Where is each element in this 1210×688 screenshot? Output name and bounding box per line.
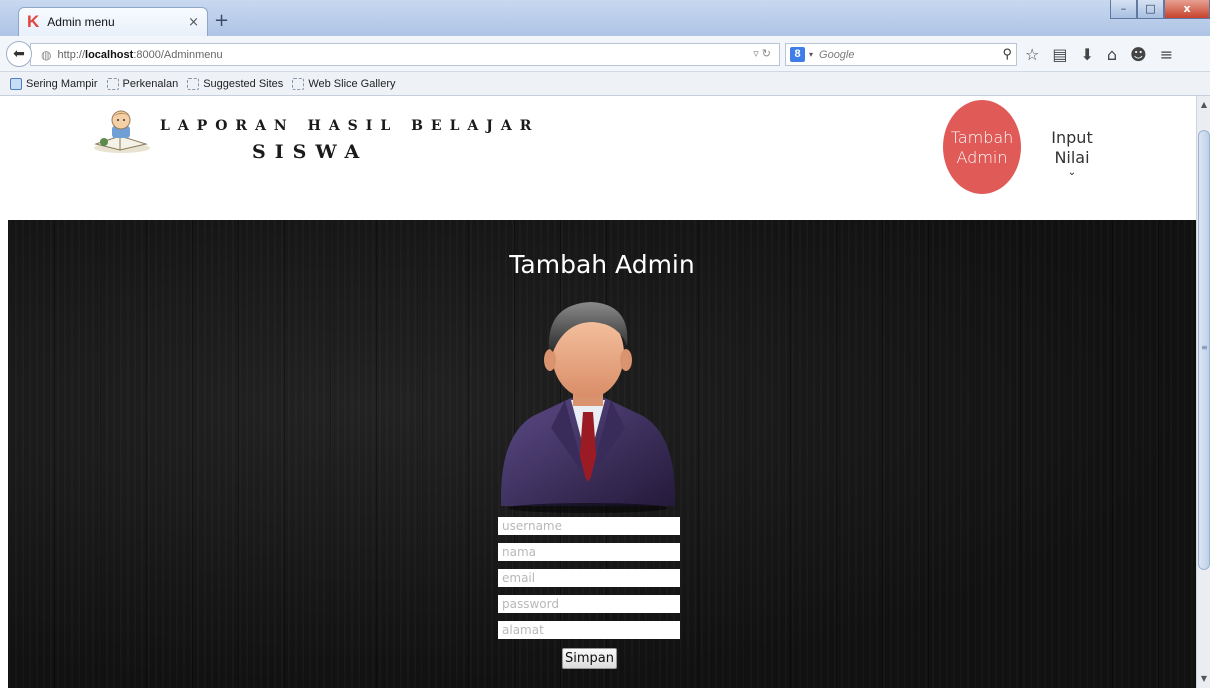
menu-icon[interactable]: ≡	[1160, 45, 1173, 64]
bookmark-icon	[106, 77, 119, 90]
home-icon[interactable]: ⌂	[1107, 45, 1117, 64]
tab-close-icon[interactable]: ×	[188, 15, 199, 30]
bookmark-label: Suggested Sites	[203, 77, 284, 90]
chat-icon[interactable]: ☻	[1130, 45, 1147, 64]
bookmark-icon	[10, 77, 22, 90]
alamat-input[interactable]	[498, 621, 680, 639]
site-title-line2: SISWA	[252, 141, 369, 163]
site-header: LAPORAN HASIL BELAJAR SISWA Tambah Admin…	[0, 96, 1196, 220]
vertical-scrollbar[interactable]: ▲ ≡ ▼	[1196, 96, 1210, 688]
bookmark-item[interactable]: Perkenalan	[106, 77, 179, 90]
nav-label: Input	[1051, 128, 1093, 147]
page-content: LAPORAN HASIL BELAJAR SISWA Tambah Admin…	[0, 96, 1196, 688]
search-engine-icon[interactable]: 8	[790, 47, 805, 62]
download-icon[interactable]: ⬇	[1080, 45, 1093, 64]
grip-icon: ≡	[1201, 343, 1208, 352]
email-input[interactable]	[498, 569, 680, 587]
nav-label: Nilai	[1054, 148, 1090, 167]
toolbar-icons: ☆ ▤ ⬇ ⌂ ☻ ≡	[1025, 45, 1173, 64]
browser-titlebar: K Admin menu × + – □ x	[0, 0, 1210, 36]
bookmarks-bar: Sering Mampir Perkenalan Suggested Sites…	[0, 72, 1210, 96]
reload-icon[interactable]: ▿ ↻	[753, 47, 771, 60]
password-input[interactable]	[498, 595, 680, 613]
bookmark-item[interactable]: Sering Mampir	[10, 77, 98, 90]
scroll-down-icon[interactable]: ▼	[1198, 672, 1210, 686]
username-input[interactable]	[498, 517, 680, 535]
scroll-thumb[interactable]: ≡	[1198, 130, 1210, 570]
form-section: Tambah Admin username nama email passwor…	[8, 220, 1196, 688]
bookmark-icon	[187, 77, 200, 90]
bookmark-item[interactable]: Web Slice Gallery	[292, 77, 396, 90]
page-title: Tambah Admin	[509, 250, 695, 279]
url-host: localhost	[85, 48, 134, 61]
bookmarks-list-icon[interactable]: ▤	[1052, 45, 1067, 64]
chevron-down-icon[interactable]: ⌄	[1032, 168, 1112, 178]
nav-label: Admin	[956, 148, 1008, 167]
globe-icon: ◍	[41, 47, 52, 62]
url-path: :8000/Adminmenu	[133, 48, 223, 61]
minimize-button[interactable]: –	[1110, 0, 1137, 19]
search-engine-dropdown-icon[interactable]: ▾	[809, 50, 813, 59]
search-input[interactable]: 8 ▾ Google ⚲	[785, 43, 1017, 66]
admin-avatar-icon	[500, 302, 676, 513]
site-favicon-icon: K	[27, 12, 40, 31]
maximize-button[interactable]: □	[1137, 0, 1164, 19]
bookmark-icon	[292, 77, 305, 90]
nav-tambah-admin[interactable]: Tambah Admin	[943, 100, 1021, 194]
window-controls: – □ x	[1110, 0, 1210, 19]
browser-navbar: ◍ http://localhost:8000/Adminmenu ▿ ↻ ⬅ …	[0, 36, 1210, 72]
bookmark-star-icon[interactable]: ☆	[1025, 45, 1039, 64]
back-button[interactable]: ⬅	[6, 41, 32, 67]
site-title-line1: LAPORAN HASIL BELAJAR	[160, 118, 540, 134]
browser-tab-active[interactable]: K Admin menu ×	[18, 7, 208, 36]
nav-label: Tambah	[950, 128, 1014, 147]
bookmark-label: Perkenalan	[122, 77, 179, 90]
scroll-up-icon[interactable]: ▲	[1198, 98, 1210, 112]
nav-input-nilai[interactable]: Input Nilai ⌄	[1032, 128, 1112, 178]
search-placeholder: Google	[819, 48, 855, 61]
bookmark-label: Sering Mampir	[26, 77, 98, 90]
search-icon[interactable]: ⚲	[1002, 46, 1012, 62]
nama-input[interactable]	[498, 543, 680, 561]
new-tab-button[interactable]: +	[214, 10, 229, 31]
address-bar[interactable]: ◍ http://localhost:8000/Adminmenu ▿ ↻	[30, 43, 780, 66]
bookmark-item[interactable]: Suggested Sites	[187, 77, 284, 90]
url-prefix: http://	[57, 48, 86, 61]
student-reading-logo-icon	[94, 110, 150, 153]
bookmark-label: Web Slice Gallery	[308, 77, 396, 90]
tab-title: Admin menu	[47, 15, 115, 29]
save-button[interactable]: Simpan	[562, 648, 617, 669]
close-window-button[interactable]: x	[1164, 0, 1210, 19]
